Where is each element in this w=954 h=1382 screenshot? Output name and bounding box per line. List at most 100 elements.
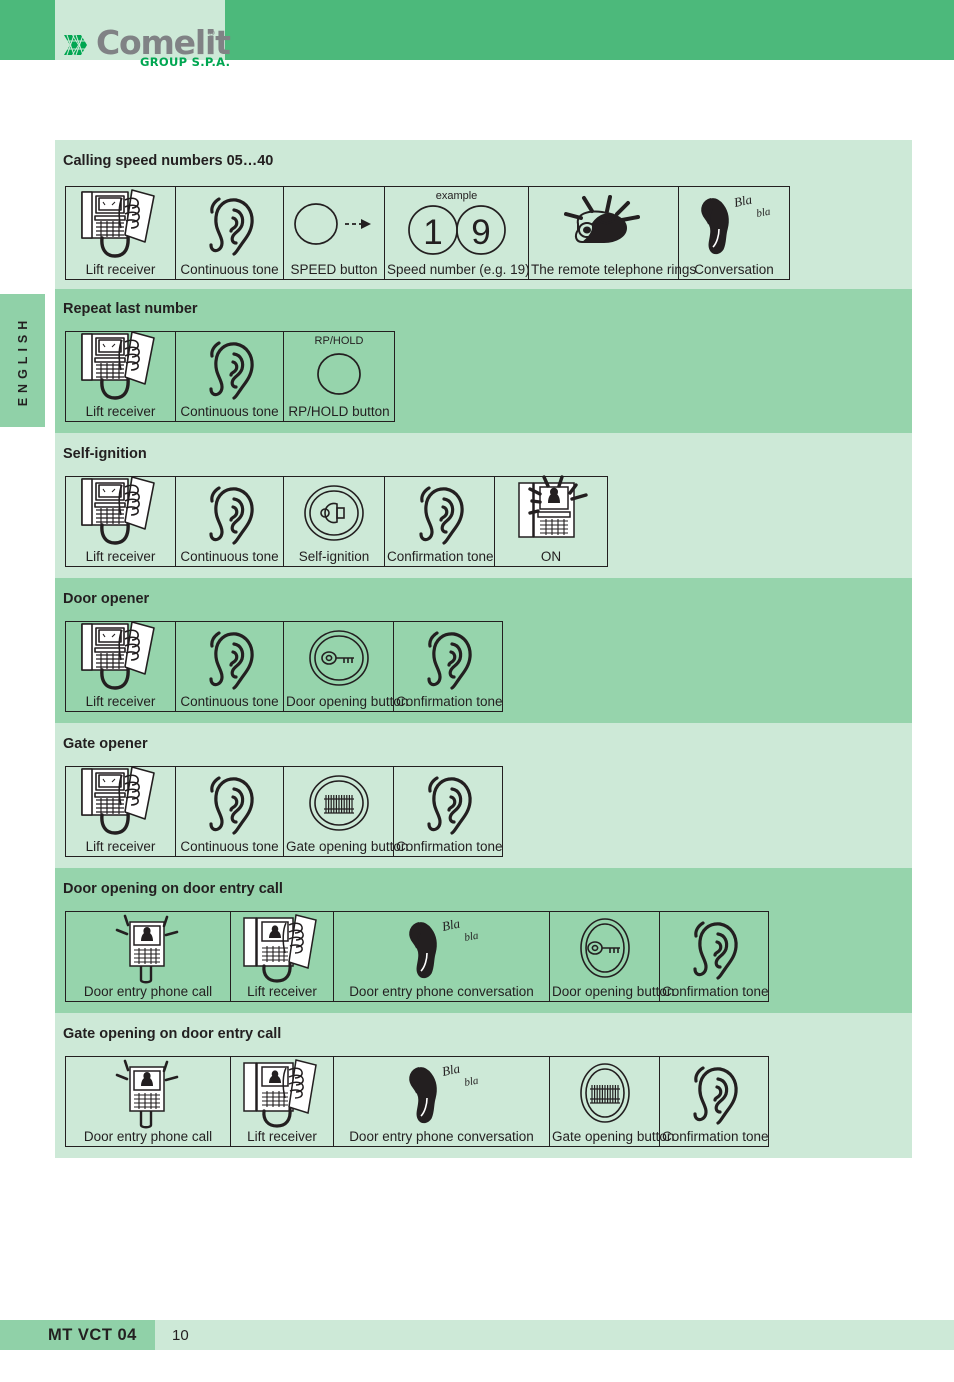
- comelit-logo-mark-icon: [62, 30, 92, 60]
- step-label: Lift receiver: [85, 403, 156, 419]
- ear-icon: [660, 912, 768, 984]
- gate-opening-button-oval-icon: [550, 1057, 659, 1129]
- page-root: Comelit ® GROUP S.P.A. ENGLISH Calling s…: [0, 0, 954, 1382]
- procedure-step: Lift receiver: [66, 187, 176, 279]
- section-title: Gate opener: [63, 736, 148, 752]
- ear-icon: [385, 477, 494, 549]
- procedure-step: Lift receiver: [66, 766, 176, 856]
- step-label: Self-ignition: [298, 548, 370, 564]
- step-label: Continuous tone: [180, 261, 279, 277]
- svg-text:bla: bla: [755, 206, 771, 220]
- procedure-step-table: Lift receiver Continuous tone SPEED button…: [65, 186, 790, 280]
- telephone-lift-receiver-icon: [66, 618, 175, 694]
- conversation-bla-bla-icon: Bla bla: [334, 912, 549, 984]
- door-entry-phone-lift-receiver-icon: [231, 910, 333, 984]
- telephone-lift-receiver-icon: [66, 473, 175, 549]
- section-title: Door opener: [63, 591, 150, 607]
- language-tab-label: ENGLISH: [15, 315, 30, 406]
- step-label: Speed number (e.g. 19): [387, 261, 530, 277]
- procedure-step: RP/HOLD RP/HOLD button: [284, 332, 394, 421]
- key-door-opening-button-oval-icon: [550, 912, 659, 984]
- procedure-step: Bla bla Door entry phone conversation: [334, 912, 550, 1001]
- procedure-step: Self-ignition: [284, 477, 385, 566]
- step-label: Door entry phone call: [83, 1128, 213, 1144]
- procedure-step-table: Door entry phone call Lift receiver Bla bla…: [65, 1056, 769, 1147]
- ear-icon: [176, 187, 283, 262]
- step-label: Gate opening button: [286, 838, 409, 854]
- procedure-step: Lift receiver: [66, 621, 176, 711]
- procedure-step: Bla bla Conversation: [679, 187, 789, 279]
- procedure-step: Continuous tone: [176, 622, 284, 711]
- step-label: Continuous tone: [180, 403, 279, 419]
- step-label: Lift receiver: [247, 1128, 317, 1144]
- procedure-step: Confirmation tone: [660, 912, 769, 1001]
- key-door-opening-button-icon: [284, 622, 393, 694]
- procedure-step: Door entry phone call: [66, 912, 231, 1001]
- section-title: Repeat last number: [63, 301, 198, 317]
- step-label: Door opening button: [286, 693, 409, 709]
- footer-page-number: 10: [172, 1327, 189, 1344]
- step-label: Gate opening button: [552, 1128, 675, 1144]
- procedure-step: Continuous tone: [176, 477, 284, 566]
- step-label: Lift receiver: [85, 261, 156, 277]
- procedure-step-table: Lift receiver Continuous tone Self-ignitio…: [65, 473, 608, 567]
- procedure-step: Gate opening button: [550, 1057, 675, 1146]
- step-label: Lift receiver: [247, 983, 317, 999]
- procedure-step: Door entry phone call: [66, 1057, 231, 1146]
- ear-icon: [176, 767, 283, 839]
- comelit-logo-subtitle: GROUP S.P.A.: [140, 55, 231, 69]
- procedure-step-table: Lift receiver Continuous tone RP/HOLD RP/HO…: [65, 331, 395, 422]
- step-label: SPEED button: [290, 261, 378, 277]
- svg-text:Bla: Bla: [733, 192, 754, 211]
- svg-text:9: 9: [471, 213, 490, 252]
- section-title: Calling speed numbers 05…40: [63, 153, 274, 169]
- step-label: ON: [540, 548, 562, 564]
- step-label: Lift receiver: [85, 693, 156, 709]
- step-label: Confirmation tone: [662, 1128, 769, 1144]
- procedure-step: Continuous tone: [176, 332, 284, 421]
- procedure-step: ON: [495, 475, 607, 566]
- step-label: Door opening button: [552, 983, 675, 999]
- step-label: Door entry phone conversation: [349, 1128, 534, 1144]
- conversation-bla-bla-icon: Bla bla: [679, 187, 789, 262]
- step-label: Continuous tone: [180, 838, 279, 854]
- procedure-step: Confirmation tone: [660, 1057, 769, 1146]
- comelit-logo: Comelit ® GROUP S.P.A.: [62, 23, 242, 70]
- speed-button-arrow-icon: [284, 187, 384, 262]
- step-label: Confirmation tone: [387, 548, 494, 564]
- step-label: Confirmation tone: [396, 693, 503, 709]
- gate-opening-button-icon: [284, 767, 393, 839]
- ringing-telephone-icon: [529, 187, 678, 262]
- procedure-step-table: Door entry phone call Lift receiver Bla bla…: [65, 911, 769, 1002]
- speed-number-digits-icon: 19: [385, 187, 528, 262]
- door-entry-phone-lift-receiver-icon: [231, 1055, 333, 1129]
- door-entry-phone-ringing-icon: [66, 1055, 230, 1129]
- step-label: Continuous tone: [180, 693, 279, 709]
- step-label: Conversation: [694, 261, 774, 277]
- rp-hold-button-icon: [284, 332, 394, 404]
- procedure-step-table: Lift receiver Continuous tone Gate opening…: [65, 766, 503, 857]
- procedure-step: Confirmation tone: [394, 767, 503, 856]
- step-label: Door entry phone call: [83, 983, 213, 999]
- language-tab-english: ENGLISH: [0, 294, 45, 427]
- telephone-lift-receiver-icon: [66, 328, 175, 404]
- procedure-step: Door opening button: [550, 912, 675, 1001]
- procedure-step: Door opening button: [284, 622, 409, 711]
- ear-icon: [394, 767, 502, 839]
- conversation-bla-bla-icon: Bla bla: [334, 1057, 549, 1129]
- telephone-lift-receiver-icon: [66, 186, 175, 262]
- procedure-step: Lift receiver: [231, 1057, 334, 1146]
- step-label: Confirmation tone: [396, 838, 503, 854]
- svg-text:bla: bla: [463, 930, 479, 944]
- procedure-step: example 1 9 Speed number (e.g. 19): [385, 187, 530, 279]
- section-title: Gate opening on door entry call: [63, 1026, 282, 1042]
- procedure-step: The remote telephone rings: [529, 187, 696, 279]
- step-label: Continuous tone: [180, 548, 279, 564]
- ear-icon: [176, 622, 283, 694]
- section-title: Self-ignition: [63, 446, 147, 462]
- procedure-step: Confirmation tone: [394, 622, 503, 711]
- step-label: Lift receiver: [85, 548, 156, 564]
- svg-text:Bla: Bla: [440, 915, 461, 934]
- door-entry-phone-ringing-icon: [66, 910, 230, 984]
- procedure-step: Bla bla Door entry phone conversation: [334, 1057, 550, 1146]
